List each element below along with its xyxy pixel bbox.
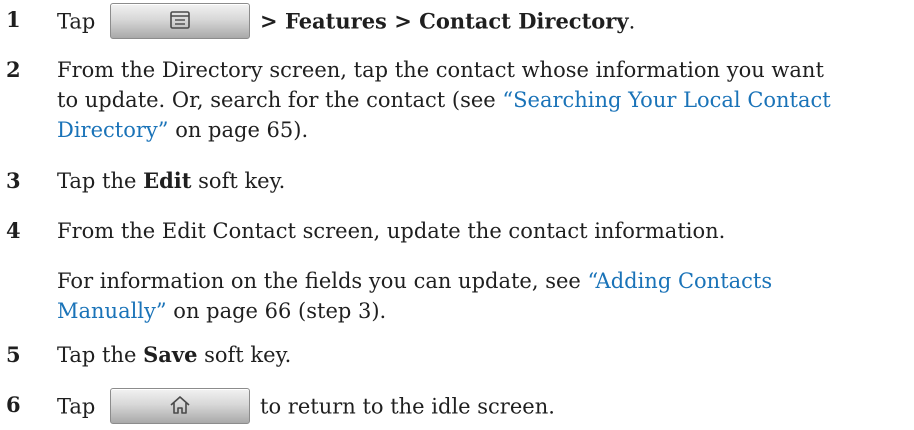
link-searching-local-directory-cont[interactable]: Directory” [57, 118, 169, 142]
step-text: Tap > Features > Contact Directory. [57, 3, 887, 41]
step-line: to update. Or, search for the contact (s… [57, 85, 887, 115]
edit-soft-key-label: Edit [143, 168, 192, 193]
step-4-note: For information on the fields you can up… [57, 266, 887, 326]
note-text: on page 66 (step 3). [166, 299, 387, 323]
step-text-pre: Tap [57, 9, 96, 34]
step-text-pre: Tap the [57, 169, 144, 193]
step-text: Tap to return to the idle screen. [57, 388, 887, 426]
note-line: For information on the fields you can up… [57, 266, 887, 296]
step-number: 1 [6, 7, 21, 32]
step-text-post: . [628, 9, 636, 34]
step-text-post: soft key. [197, 343, 292, 367]
step-number: 3 [6, 168, 21, 193]
step-text: From the Edit Contact screen, update the… [57, 219, 726, 243]
note-text: For information on the fields you can up… [57, 269, 588, 293]
step-number: 6 [6, 392, 21, 417]
menu-path: > Features > Contact Directory [260, 8, 629, 34]
step-text-pre: Tap [57, 394, 96, 419]
menu-icon [170, 11, 190, 29]
step-text: From the Directory screen, tap the conta… [57, 55, 887, 145]
home-icon [170, 396, 190, 414]
step-text: Tap the Save soft key. [57, 340, 887, 370]
step-line-text: on page 65). [168, 118, 309, 142]
step-line-text: to update. Or, search for the contact (s… [57, 88, 503, 112]
step-text-post: soft key. [191, 169, 286, 193]
step-number: 4 [6, 218, 21, 243]
link-searching-local-directory[interactable]: “Searching Your Local Contact [502, 88, 830, 112]
link-adding-contacts-manually-cont[interactable]: Manually” [57, 299, 167, 323]
step-text-pre: Tap the [57, 343, 144, 367]
step-number: 2 [6, 57, 21, 82]
step-number: 5 [6, 342, 21, 367]
note-line: Manually” on page 66 (step 3). [57, 296, 887, 326]
step-line: From the Directory screen, tap the conta… [57, 58, 824, 82]
step-line: Directory” on page 65). [57, 115, 887, 145]
menu-button[interactable] [110, 3, 251, 39]
home-button[interactable] [110, 388, 251, 424]
save-soft-key-label: Save [143, 342, 198, 367]
step-text: Tap the Edit soft key. [57, 166, 887, 196]
step-text-post: to return to the idle screen. [260, 394, 555, 419]
link-adding-contacts-manually[interactable]: “Adding Contacts [588, 269, 773, 293]
